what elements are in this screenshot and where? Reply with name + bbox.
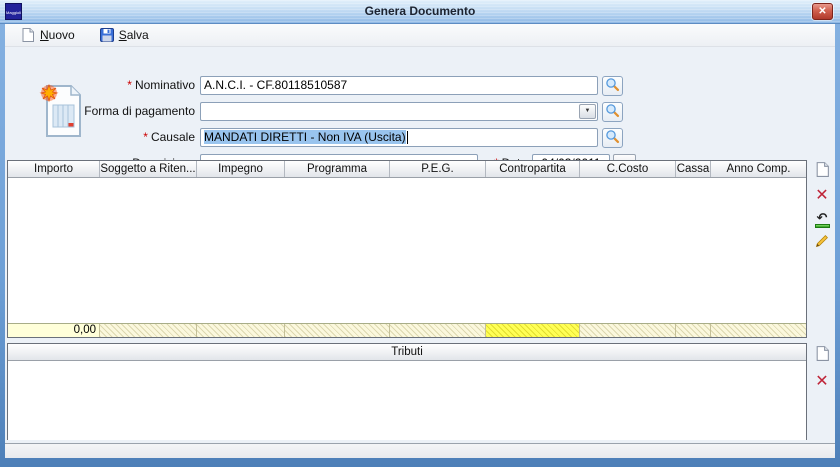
window-title: Genera Documento	[0, 4, 840, 18]
causale-selected-text: MANDATI DIRETTI - Non IVA (Uscita)	[204, 130, 406, 144]
total-peg-cell	[390, 324, 486, 337]
undo-icon: ↶	[815, 213, 830, 228]
save-button[interactable]: Salva	[94, 24, 154, 46]
grid-header-row: Importo Soggetto a Riten... Impegno Prog…	[8, 161, 806, 178]
document-form: *Nominativo A.N.C.I. - CF.80118510587 Fo…	[5, 47, 835, 159]
delete-tributo-button[interactable]: ✕	[812, 372, 832, 392]
delete-row-button[interactable]: ✕	[812, 186, 832, 206]
causale-input[interactable]: MANDATI DIRETTI - Non IVA (Uscita)	[200, 128, 598, 147]
new-document-icon	[20, 27, 36, 43]
tributi-grid: Tributi	[7, 343, 807, 440]
causale-search-button[interactable]	[602, 128, 623, 148]
required-marker: *	[127, 78, 132, 92]
righe-documento-grid: Importo Soggetto a Riten... Impegno Prog…	[7, 160, 807, 338]
total-contropartita-cell	[486, 324, 580, 337]
save-button-label: Salva	[119, 28, 149, 42]
total-impegno-cell	[197, 324, 285, 337]
nominativo-row: *Nominativo A.N.C.I. - CF.80118510587	[5, 76, 835, 95]
add-tributo-button[interactable]	[812, 346, 832, 366]
status-bar	[5, 443, 835, 458]
close-icon: ✕	[818, 6, 826, 17]
genera-documento-window: Maggioli Genera Documento ✕ Nuovo Salva	[0, 0, 840, 467]
new-button[interactable]: Nuovo	[15, 24, 80, 46]
total-cassa-cell	[676, 324, 711, 337]
search-icon	[605, 129, 620, 147]
causale-label: *Causale	[5, 128, 195, 147]
total-anno-comp-cell	[711, 324, 806, 337]
tributi-header[interactable]: Tributi	[8, 344, 806, 361]
total-programma-cell	[285, 324, 390, 337]
undo-row-button[interactable]: ↶	[812, 210, 832, 230]
delete-x-icon: ✕	[815, 188, 828, 204]
close-button[interactable]: ✕	[812, 3, 833, 20]
column-header-cassa[interactable]: Cassa	[676, 161, 711, 177]
total-ccosto-cell	[580, 324, 676, 337]
column-header-programma[interactable]: Programma	[285, 161, 390, 177]
nominativo-input[interactable]: A.N.C.I. - CF.80118510587	[200, 76, 598, 95]
new-document-icon	[814, 345, 831, 367]
delete-x-icon: ✕	[815, 374, 828, 390]
column-header-anno-comp[interactable]: Anno Comp.	[711, 161, 806, 177]
title-bar[interactable]: Maggioli Genera Documento ✕	[0, 0, 840, 24]
nominativo-search-button[interactable]	[602, 76, 623, 96]
grid-total-row: 0,00	[8, 323, 806, 337]
total-soggetto-cell	[100, 324, 197, 337]
pencil-icon	[814, 233, 830, 254]
window-content: Nuovo Salva	[5, 24, 835, 458]
column-header-ccosto[interactable]: C.Costo	[580, 161, 676, 177]
toolbar: Nuovo Salva	[5, 24, 835, 47]
forma-pagamento-search-button[interactable]	[602, 102, 623, 122]
forma-pagamento-label: Forma di pagamento	[5, 102, 195, 121]
chevron-down-icon: ▼	[585, 103, 591, 120]
tributi-actions: ✕	[809, 346, 835, 406]
nominativo-label: *Nominativo	[5, 76, 195, 95]
column-header-contropartita[interactable]: Contropartita	[486, 161, 580, 177]
grid-empty-body[interactable]	[8, 178, 806, 323]
edit-row-button[interactable]	[812, 233, 832, 253]
grid-actions: ✕ ↶	[809, 160, 835, 280]
column-header-peg[interactable]: P.E.G.	[390, 161, 486, 177]
new-button-label: Nuovo	[40, 28, 75, 42]
causale-row: *Causale MANDATI DIRETTI - Non IVA (Usci…	[5, 128, 835, 147]
save-floppy-icon	[99, 27, 115, 43]
column-header-importo[interactable]: Importo	[8, 161, 100, 177]
total-importo-cell: 0,00	[8, 324, 100, 337]
forma-pagamento-row: Forma di pagamento ▼	[5, 102, 835, 121]
new-document-icon	[814, 161, 831, 183]
tributi-empty-body[interactable]	[8, 361, 806, 440]
search-icon	[605, 77, 620, 95]
add-row-button[interactable]	[812, 162, 832, 182]
forma-pagamento-dropdown-button[interactable]: ▼	[579, 104, 596, 119]
search-icon	[605, 103, 620, 121]
column-header-impegno[interactable]: Impegno	[197, 161, 285, 177]
required-marker: *	[143, 130, 148, 144]
column-header-soggetto[interactable]: Soggetto a Riten...	[100, 161, 197, 177]
forma-pagamento-combo[interactable]: ▼	[200, 102, 598, 121]
text-caret	[407, 131, 408, 144]
